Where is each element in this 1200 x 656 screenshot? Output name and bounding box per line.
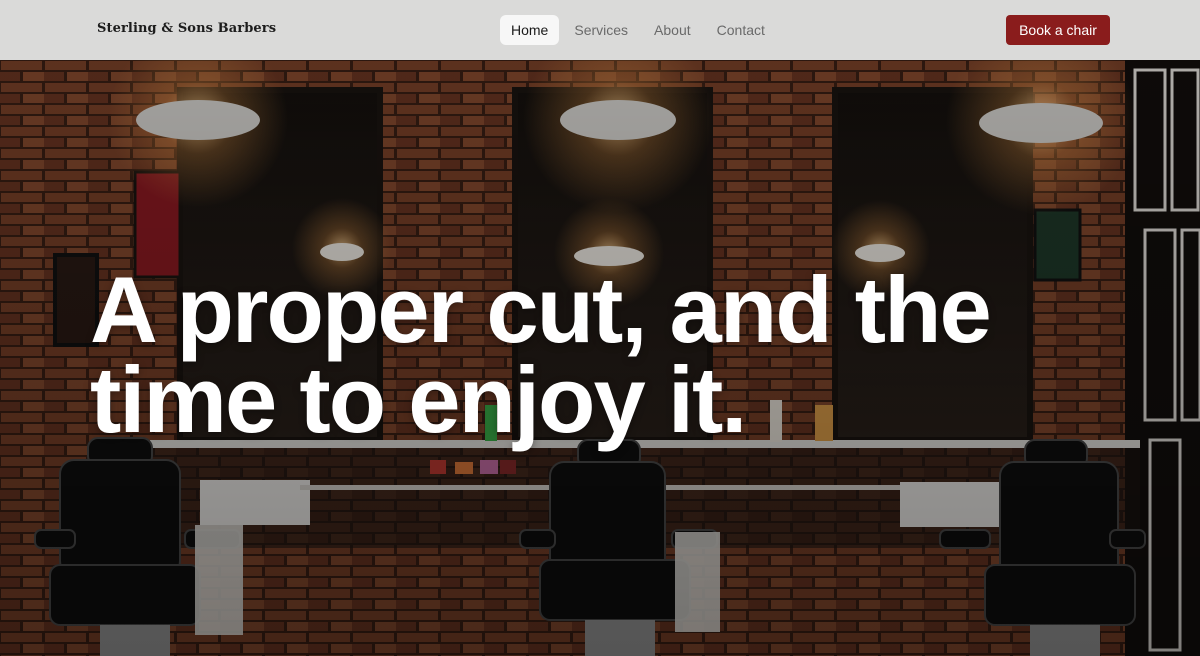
book-chair-button[interactable]: Book a chair xyxy=(1006,15,1110,45)
hero-section: A proper cut, and the time to enjoy it. xyxy=(0,60,1200,656)
nav-item-home[interactable]: Home xyxy=(500,15,560,45)
nav-item-about[interactable]: About xyxy=(643,15,702,45)
top-navigation: Sterling & Sons Barbers Home Services Ab… xyxy=(0,0,1200,60)
nav-item-services[interactable]: Services xyxy=(563,15,639,45)
brand-logo-text[interactable]: Sterling & Sons Barbers xyxy=(97,21,276,36)
hero-headline: A proper cut, and the time to enjoy it. xyxy=(90,257,992,452)
main-nav: Home Services About Contact xyxy=(500,15,780,45)
nav-item-contact[interactable]: Contact xyxy=(706,15,776,45)
